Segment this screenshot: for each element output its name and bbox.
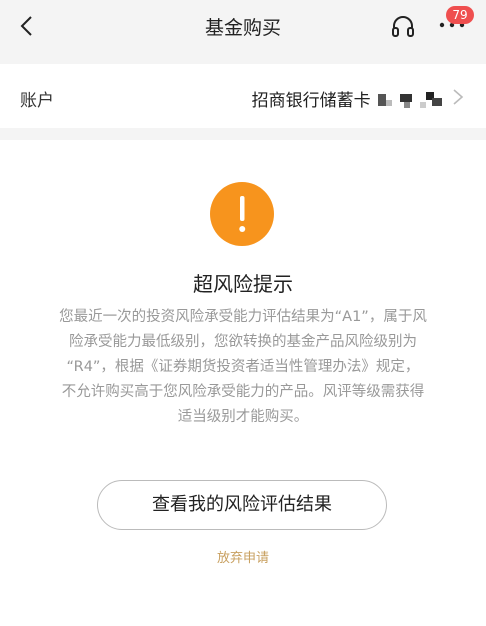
notification-badge: 79	[446, 6, 474, 24]
abandon-application-link[interactable]: 放弃申请	[0, 547, 486, 566]
risk-alert-line: 适当级别才能购买。	[177, 409, 309, 425]
chevron-right-icon	[453, 89, 464, 105]
account-bank-name: 招商银行储蓄卡	[251, 91, 371, 111]
section-gap	[0, 128, 486, 140]
view-risk-assessment-button[interactable]: 查看我的风险评估结果	[97, 480, 387, 530]
customer-service-headset-icon[interactable]	[390, 14, 416, 40]
section-gap	[0, 54, 486, 64]
risk-alert-description: 您最近一次的投资风险承受能力评估结果为“A1”，属于风 险承受能力最低级别，您欲…	[36, 305, 450, 430]
risk-alert-title: 超风险提示	[193, 272, 293, 296]
top-nav-bar: 基金购买 79	[0, 0, 486, 54]
risk-alert-line: 您最近一次的投资风险承受能力评估结果为“A1”，属于风	[59, 309, 427, 325]
account-label: 账户	[20, 91, 54, 111]
risk-alert-line: 险承受能力最低级别，您欲转换的基金产品风险级别为	[69, 334, 417, 350]
masked-card-number-icon	[378, 92, 442, 108]
account-value: 招商银行储蓄卡	[252, 86, 446, 112]
risk-alert-line: 不允许购买高于您风险承受能力的产品。风评等级需获得	[61, 384, 425, 400]
account-selector-row[interactable]: 账户 招商银行储蓄卡	[0, 64, 486, 128]
risk-alert-line: “R4”，根据《证券期货投资者适当性管理办法》规定，	[66, 359, 420, 375]
warning-exclamation-icon	[210, 182, 274, 246]
